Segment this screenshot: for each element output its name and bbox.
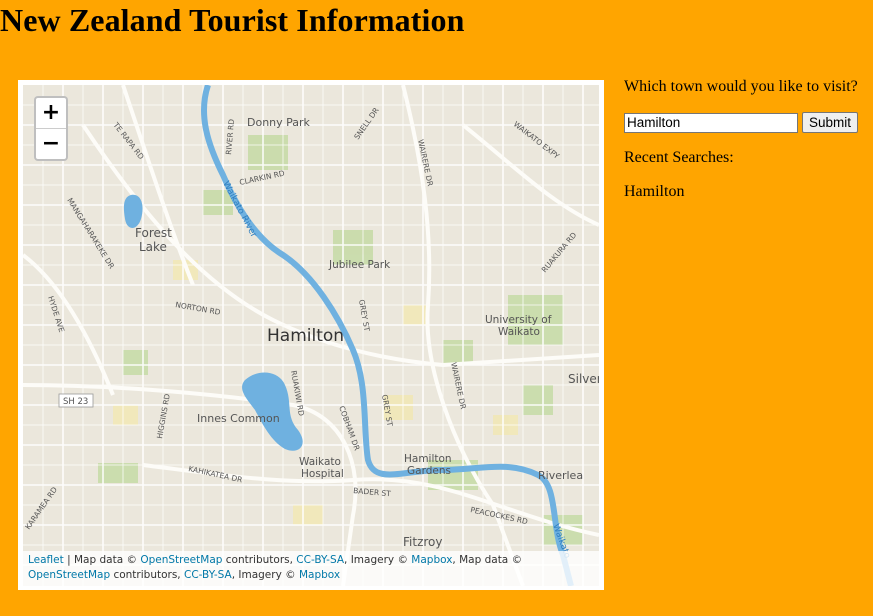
osm-link-1[interactable]: OpenStreetMap — [140, 554, 222, 566]
label-city: Hamilton — [267, 326, 344, 346]
attrib-text-6: , Imagery © — [231, 569, 299, 581]
search-panel: Which town would you like to visit? Subm… — [624, 76, 869, 202]
search-question: Which town would you like to visit? — [624, 78, 858, 95]
zoom-out-button[interactable]: − — [36, 129, 66, 159]
town-input[interactable] — [624, 112, 798, 133]
attrib-text-2: contributors, — [222, 554, 297, 566]
submit-button[interactable]: Submit — [802, 112, 859, 133]
cc-by-sa-link-2[interactable]: CC-BY-SA — [184, 569, 232, 581]
recent-searches-heading: Recent Searches: — [624, 149, 734, 166]
label-jubilee-park: Jubilee Park — [328, 259, 391, 271]
sh23-shield: SH 23 — [58, 393, 94, 408]
label-university-1: University of — [485, 314, 552, 326]
label-gardens-2: Gardens — [407, 465, 451, 477]
map-tiles[interactable]: Donny Park Forest Lake Jubilee Park Univ… — [23, 85, 599, 586]
attrib-text-1: | Map data © — [63, 554, 141, 566]
recent-search-item: Hamilton — [624, 183, 685, 200]
osm-link-2[interactable]: OpenStreetMap — [28, 569, 110, 581]
label-university-2: Waikato — [498, 326, 540, 338]
label-innes-common: Innes Common — [197, 412, 280, 425]
label-riverlea: Riverlea — [538, 469, 583, 482]
attrib-text-5: contributors, — [110, 569, 184, 581]
leaflet-link[interactable]: Leaflet — [28, 554, 64, 566]
cc-by-sa-link-1[interactable]: CC-BY-SA — [296, 554, 344, 566]
map-attribution: Leaflet | Map data © OpenStreetMap contr… — [23, 551, 599, 586]
mapbox-link-1[interactable]: Mapbox — [411, 554, 452, 566]
label-donny-park: Donny Park — [247, 116, 311, 129]
page-title: New Zealand Tourist Information — [0, 2, 465, 38]
zoom-control: + − — [34, 96, 68, 161]
mapbox-link-2[interactable]: Mapbox — [299, 569, 340, 581]
label-hospital-2: Hospital — [301, 468, 344, 480]
search-form: Submit — [624, 112, 869, 133]
map-frame: Donny Park Forest Lake Jubilee Park Univ… — [18, 80, 604, 590]
attrib-text-3: , Imagery © — [344, 554, 412, 566]
label-forest-lake-1: Forest — [135, 226, 172, 240]
label-fitzroy: Fitzroy — [403, 535, 442, 549]
label-silver: Silver — [568, 372, 599, 386]
label-forest-lake-2: Lake — [139, 240, 167, 254]
label-sh23: SH 23 — [63, 397, 88, 407]
attrib-text-4: , Map data © — [452, 554, 523, 566]
label-hospital-1: Waikato — [299, 456, 341, 468]
map[interactable]: Donny Park Forest Lake Jubilee Park Univ… — [23, 85, 599, 586]
zoom-in-button[interactable]: + — [36, 98, 66, 129]
label-gardens-1: Hamilton — [404, 453, 452, 465]
